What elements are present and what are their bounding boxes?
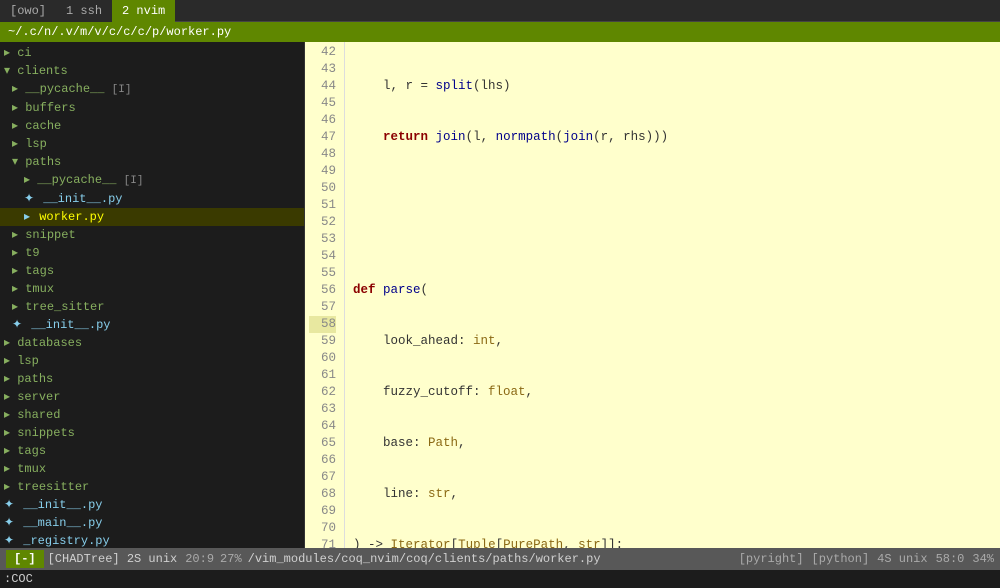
tree-item-ci[interactable]: ▸ ci: [0, 44, 304, 62]
tree-item-snippets[interactable]: ▸ snippets: [0, 424, 304, 442]
tree-item-init-py2[interactable]: ✦ __init__.py: [0, 316, 304, 334]
status-position: 58:0: [936, 552, 965, 566]
tab-ssh[interactable]: 1 ssh: [56, 0, 112, 22]
code-line-44: [353, 180, 992, 197]
tree-item-server[interactable]: ▸ server: [0, 388, 304, 406]
code-line-51: ) -> Iterator[Tuple[PurePath, str]]:: [353, 537, 992, 548]
line-numbers: 42 43 44 45 46 47 48 49 50 51 52 53 54 5…: [305, 42, 345, 548]
tree-item-tmux[interactable]: ▸ tmux: [0, 280, 304, 298]
tree-item-lsp2[interactable]: ▸ lsp: [0, 352, 304, 370]
tab-ssh-label: 1 ssh: [66, 4, 102, 18]
code-line-50: line: str,: [353, 486, 992, 503]
folder-icon: ▸: [4, 444, 17, 458]
file-icon: ✦: [4, 534, 21, 548]
tree-item-registry[interactable]: ✦ _registry.py: [0, 532, 304, 548]
folder-icon: ▸: [12, 264, 25, 278]
tree-item-main[interactable]: ✦ __main__.py: [0, 514, 304, 532]
code-line-47: look_ahead: int,: [353, 333, 992, 350]
status-lsp: [pyright]: [739, 552, 804, 566]
folder-icon: ▸: [4, 408, 17, 422]
tree-item-shared[interactable]: ▸ shared: [0, 406, 304, 424]
tree-item-buffers[interactable]: ▸ buffers: [0, 99, 304, 117]
status-tree-info: [CHADTree] 2S unix: [48, 552, 178, 566]
folder-icon: ▸: [24, 173, 37, 187]
file-icon: ✦: [4, 516, 21, 530]
status-filepath: /vim_modules/coq_nvim/coq/clients/paths/…: [248, 552, 739, 566]
tree-item-tags[interactable]: ▸ tags: [0, 262, 304, 280]
folder-icon: ▸: [4, 462, 17, 476]
tree-item-lsp[interactable]: ▸ lsp: [0, 135, 304, 153]
cmd-line-text: :COC: [4, 572, 33, 586]
tree-item-tree-sitter[interactable]: ▸ tree_sitter: [0, 298, 304, 316]
status-filetype: [python]: [812, 552, 870, 566]
folder-icon: ▾: [4, 64, 17, 78]
tree-item-worker-py[interactable]: ▸ worker.py: [0, 208, 304, 226]
tree-item-init3[interactable]: ✦ __init__.py: [0, 496, 304, 514]
tree-item-databases[interactable]: ▸ databases: [0, 334, 304, 352]
folder-icon: ▸: [4, 336, 17, 350]
code-line-46: def parse(: [353, 282, 992, 299]
tree-item-treesitter[interactable]: ▸ treesitter: [0, 478, 304, 496]
title-bar: ~/.c/n/.v/m/v/c/c/c/p/worker.py: [0, 22, 1000, 42]
code-line-48: fuzzy_cutoff: float,: [353, 384, 992, 401]
main-content: ▸ ci ▾ clients ▸ __pycache__ [I] ▸ buffe…: [0, 42, 1000, 548]
folder-icon: ▸: [12, 119, 25, 133]
folder-icon: ▸: [12, 246, 25, 260]
tree-item-cache[interactable]: ▸ cache: [0, 117, 304, 135]
file-icon: ▸: [24, 210, 37, 224]
file-icon: ✦: [12, 318, 29, 332]
tab-nvim[interactable]: 2 nvim: [112, 0, 175, 22]
status-bar: [-] [CHADTree] 2S unix 20:9 27% /vim_mod…: [0, 548, 1000, 570]
folder-icon: ▸: [12, 228, 25, 242]
code-line-45: [353, 231, 992, 248]
folder-icon: ▸: [4, 372, 17, 386]
tab-nvim-label: 2 nvim: [122, 4, 165, 18]
folder-icon: ▸: [4, 426, 17, 440]
tree-item-init-py[interactable]: ✦ __init__.py: [0, 190, 304, 208]
folder-icon: ▾: [12, 155, 25, 169]
code-line-43: return join(l, normpath(join(r, rhs))): [353, 129, 992, 146]
cmd-line: :COC: [0, 570, 1000, 588]
file-icon: ✦: [4, 498, 21, 512]
code-area: 42 43 44 45 46 47 48 49 50 51 52 53 54 5…: [305, 42, 1000, 548]
code-content: 42 43 44 45 46 47 48 49 50 51 52 53 54 5…: [305, 42, 1000, 548]
status-right-percent: 34%: [972, 552, 994, 566]
title-path: ~/.c/n/.v/m/v/c/c/c/p/worker.py: [8, 25, 231, 39]
tree-item-tmux2[interactable]: ▸ tmux: [0, 460, 304, 478]
tree-item-snippet[interactable]: ▸ snippet: [0, 226, 304, 244]
tab-bar: [owo] 1 ssh 2 nvim: [0, 0, 1000, 22]
tree-item-paths2[interactable]: ▸ paths: [0, 370, 304, 388]
folder-icon: ▸: [12, 300, 25, 314]
tab-owo[interactable]: [owo]: [0, 0, 56, 22]
file-icon: ✦: [24, 192, 41, 206]
tree-item-pycache1[interactable]: ▸ __pycache__ [I]: [0, 80, 304, 99]
folder-icon: ▸: [4, 354, 17, 368]
status-cursor: 20:9: [185, 552, 214, 566]
folder-icon: ▸: [4, 480, 17, 494]
tree-item-paths[interactable]: ▾ paths: [0, 153, 304, 171]
status-mode: [-]: [6, 550, 44, 568]
tree-item-pycache2[interactable]: ▸ __pycache__ [I]: [0, 171, 304, 190]
folder-icon: ▸: [12, 282, 25, 296]
tree-item-clients[interactable]: ▾ clients: [0, 62, 304, 80]
tree-item-tags2[interactable]: ▸ tags: [0, 442, 304, 460]
folder-icon: ▸: [12, 137, 25, 151]
status-encoding: 4S unix: [877, 552, 927, 566]
status-percent: 27%: [220, 552, 242, 566]
folder-icon: ▸: [4, 390, 17, 404]
code-lines: l, r = split(lhs) return join(l, normpat…: [345, 42, 1000, 548]
folder-icon: ▸: [4, 46, 17, 60]
folder-icon: ▸: [12, 101, 25, 115]
file-tree[interactable]: ▸ ci ▾ clients ▸ __pycache__ [I] ▸ buffe…: [0, 42, 305, 548]
tab-owo-label: [owo]: [10, 4, 46, 18]
folder-icon: ▸: [12, 82, 25, 96]
code-line-49: base: Path,: [353, 435, 992, 452]
code-line-42: l, r = split(lhs): [353, 78, 992, 95]
tree-item-t9[interactable]: ▸ t9: [0, 244, 304, 262]
